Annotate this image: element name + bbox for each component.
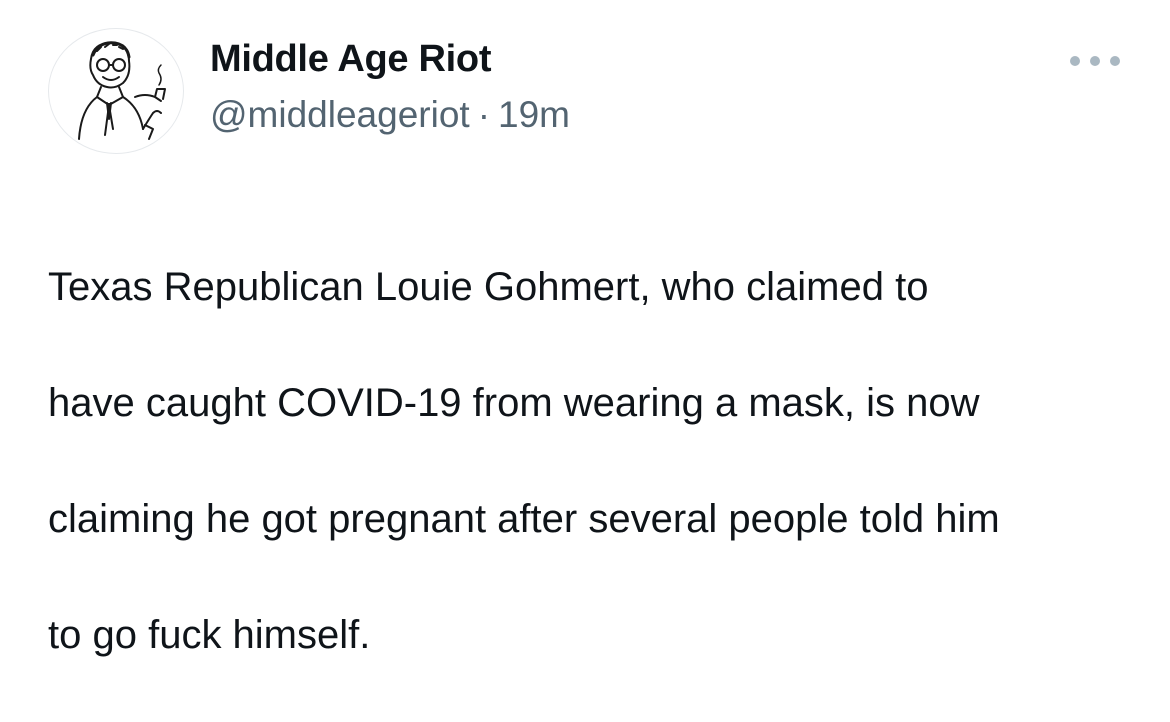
tweet-meta: @middleageriot · 19m [210, 94, 570, 136]
vintage-man-with-pipe-avatar [78, 41, 166, 140]
more-dot [1110, 56, 1120, 66]
tweet-timestamp[interactable]: 19m [498, 94, 570, 135]
author-avatar[interactable] [48, 28, 184, 154]
tweet-text-line: Texas Republican Louie Gohmert, who clai… [48, 265, 929, 309]
more-options-icon[interactable] [1070, 50, 1120, 72]
more-dot [1070, 56, 1080, 66]
more-dot [1090, 56, 1100, 66]
tweet-text: Texas Republican Louie Gohmert, who clai… [48, 200, 1138, 722]
author-display-name[interactable]: Middle Age Riot [210, 38, 491, 81]
tweet-text-line: have caught COVID-19 from wearing a mask… [48, 381, 980, 425]
meta-separator: · [477, 94, 491, 135]
author-handle[interactable]: @middleageriot [210, 94, 470, 135]
tweet-text-line: claiming he got pregnant after several p… [48, 497, 1000, 541]
tweet-card: Middle Age Riot @middleageriot · 19m Texas… [0, 0, 1170, 657]
tweet-text-line: to go fuck himself. [48, 613, 371, 657]
